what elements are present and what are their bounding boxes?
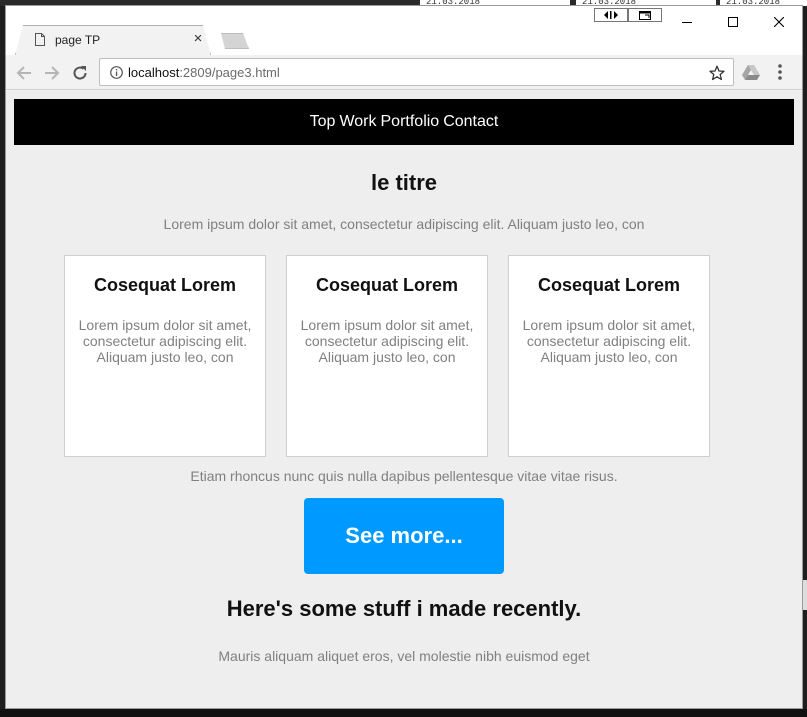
close-window-icon[interactable] <box>756 8 802 36</box>
card-title: Cosequat Lorem <box>315 275 459 295</box>
feature-card: Cosequat Lorem Lorem ipsum dolor sit ame… <box>64 255 266 457</box>
see-more-button[interactable]: See more... <box>304 498 504 574</box>
nav-link-top[interactable]: Top <box>310 113 336 131</box>
minimize-icon[interactable] <box>664 8 710 36</box>
page-viewport: Top Work Portfolio Contact le titre Lore… <box>6 91 802 708</box>
document-icon <box>35 33 45 46</box>
window-snap-icon[interactable] <box>628 8 662 22</box>
card-text: Lorem ipsum dolor sit amet, consectetur … <box>300 317 474 365</box>
reload-icon[interactable] <box>69 62 91 84</box>
nav-link-work[interactable]: Work <box>339 113 376 131</box>
more-menu-icon[interactable] <box>778 64 782 80</box>
card-title: Cosequat Lorem <box>537 275 681 295</box>
tab-page-tp[interactable]: page TP × <box>15 25 211 55</box>
browser-toolbar: localhost:2809/page3.html <box>6 55 802 90</box>
maximize-icon[interactable] <box>710 8 756 36</box>
snap-controls <box>594 8 662 22</box>
forward-arrow-icon[interactable] <box>41 62 63 84</box>
caption-text: Etiam rhoncus nunc quis nulla dapibus pe… <box>190 468 618 484</box>
page-title: le titre <box>370 170 438 195</box>
section-title: Here's some stuff i made recently. <box>226 596 582 621</box>
window-controls <box>664 8 802 36</box>
feature-card: Cosequat Lorem Lorem ipsum dolor sit ame… <box>508 255 710 457</box>
resize-horizontal-icon[interactable] <box>594 8 628 22</box>
address-bar[interactable]: localhost:2809/page3.html <box>99 58 734 86</box>
url-path: :2809/page3.html <box>179 65 280 80</box>
intro-text: Lorem ipsum dolor sit amet, consectetur … <box>163 216 645 232</box>
site-nav-bar: Top Work Portfolio Contact <box>14 99 794 145</box>
info-icon[interactable] <box>110 66 123 79</box>
card-title: Cosequat Lorem <box>93 275 237 295</box>
nav-link-contact[interactable]: Contact <box>443 113 498 131</box>
section-text: Mauris aliquam aliquet eros, vel molesti… <box>218 648 590 664</box>
nav-link-portfolio[interactable]: Portfolio <box>381 113 440 131</box>
feature-card: Cosequat Lorem Lorem ipsum dolor sit ame… <box>286 255 488 457</box>
title-bar: page TP × <box>6 6 802 55</box>
browser-window: page TP × localhost:2809/page3.html Top … <box>5 5 803 709</box>
url-text[interactable]: localhost:2809/page3.html <box>128 65 280 80</box>
tab-close-icon[interactable]: × <box>191 31 205 47</box>
card-text: Lorem ipsum dolor sit amet, consectetur … <box>522 317 696 365</box>
new-tab-button[interactable] <box>221 33 249 49</box>
card-text: Lorem ipsum dolor sit amet, consectetur … <box>78 317 252 365</box>
tab-title: page TP <box>55 33 101 47</box>
desktop-taskbar-edge <box>0 709 807 717</box>
bookmark-star-icon[interactable] <box>709 65 725 81</box>
back-arrow-icon[interactable] <box>13 62 35 84</box>
drive-extension-icon[interactable] <box>742 65 760 80</box>
url-host: localhost <box>128 65 180 80</box>
